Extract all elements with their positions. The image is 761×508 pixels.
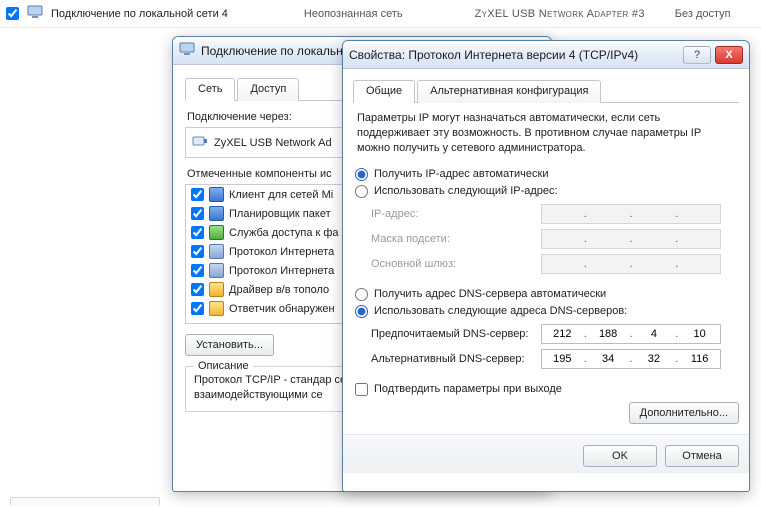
client-icon (209, 187, 224, 202)
item-label: Планировщик пакет (229, 208, 331, 220)
ip-auto-label: Получить IP-адрес автоматически (374, 168, 548, 180)
protocol-icon (209, 244, 224, 259)
service-icon (209, 225, 224, 240)
scheduler-icon (209, 206, 224, 221)
item-label: Служба доступа к фа (229, 227, 339, 239)
item-checkbox[interactable] (191, 188, 204, 201)
device-name: ZyXEL USB Network Adapter #3 (475, 8, 645, 20)
dns-pref-input[interactable]: . . . (541, 324, 721, 344)
item-checkbox[interactable] (191, 302, 204, 315)
ip-manual-radio[interactable] (355, 185, 368, 198)
close-button[interactable]: X (715, 46, 743, 64)
tab-alt-config[interactable]: Альтернативная конфигурация (417, 80, 601, 103)
dns-manual-radio[interactable] (355, 305, 368, 318)
titlebar[interactable]: Свойства: Протокол Интернета версии 4 (T… (343, 41, 749, 69)
item-checkbox[interactable] (191, 207, 204, 220)
ip-auto-radio[interactable] (355, 168, 368, 181)
help-button[interactable]: ? (683, 46, 711, 64)
ok-button[interactable]: OK (583, 445, 657, 467)
tab-network[interactable]: Сеть (185, 78, 235, 101)
ip-manual-label: Использовать следующий IP-адрес: (374, 185, 558, 197)
dns-manual-label: Использовать следующие адреса DNS-сервер… (374, 305, 627, 317)
ip-input: . . . (541, 204, 721, 224)
octet[interactable] (679, 325, 720, 343)
octet[interactable] (634, 325, 675, 343)
dns-auto-label: Получить адрес DNS-сервера автоматически (374, 288, 606, 300)
octet[interactable] (542, 325, 583, 343)
item-label: Протокол Интернета (229, 265, 334, 277)
confirm-on-exit-checkbox[interactable] (355, 383, 368, 396)
tab-general[interactable]: Общие (353, 80, 415, 103)
driver-icon (209, 282, 224, 297)
dns-pref-label: Предпочитаемый DNS-сервер: (371, 328, 531, 340)
tabs: Общие Альтернативная конфигурация (353, 79, 739, 103)
info-text: Параметры IP могут назначаться автоматич… (357, 111, 735, 156)
install-button[interactable]: Установить... (185, 334, 274, 356)
octet[interactable] (542, 350, 583, 368)
mask-input: . . . (541, 229, 721, 249)
dialog-footer: OK Отмена (343, 434, 749, 473)
dns-auto-radio[interactable] (355, 288, 368, 301)
connection-list-row: Подключение по локальной сети 4 Неопозна… (0, 0, 761, 28)
octet[interactable] (634, 350, 675, 368)
confirm-on-exit-label: Подтвердить параметры при выходе (374, 383, 562, 395)
connection-checkbox[interactable] (6, 7, 19, 20)
item-label: Драйвер в/в тополо (229, 284, 329, 296)
gateway-input: . . . (541, 254, 721, 274)
protocol-icon (209, 263, 224, 278)
description-title: Описание (194, 360, 253, 372)
item-label: Ответчик обнаружен (229, 303, 335, 315)
item-checkbox[interactable] (191, 226, 204, 239)
ip-label: IP-адрес: (371, 208, 531, 220)
adapter-name: ZyXEL USB Network Ad (214, 137, 332, 149)
advanced-button[interactable]: Дополнительно... (629, 402, 739, 424)
panel-edge (10, 497, 160, 505)
access-level: Без доступ (675, 8, 731, 20)
octet[interactable] (588, 325, 629, 343)
octet[interactable] (588, 350, 629, 368)
mask-label: Маска подсети: (371, 233, 531, 245)
item-checkbox[interactable] (191, 264, 204, 277)
connection-name: Подключение по локальной сети 4 (51, 8, 228, 20)
gateway-label: Основной шлюз: (371, 258, 531, 270)
ipv4-properties-window: Свойства: Протокол Интернета версии 4 (T… (342, 40, 750, 492)
item-checkbox[interactable] (191, 245, 204, 258)
cancel-button[interactable]: Отмена (665, 445, 739, 467)
network-status: Неопознанная сеть (304, 8, 403, 20)
monitor-icon (27, 4, 43, 23)
tab-access[interactable]: Доступ (237, 78, 299, 101)
adapter-icon (192, 133, 208, 152)
window-title: Свойства: Протокол Интернета версии 4 (T… (349, 48, 677, 62)
dns-alt-input[interactable]: . . . (541, 349, 721, 369)
item-checkbox[interactable] (191, 283, 204, 296)
dns-alt-label: Альтернативный DNS-сервер: (371, 353, 531, 365)
item-label: Клиент для сетей Mi (229, 189, 333, 201)
monitor-icon (179, 41, 195, 60)
octet[interactable] (679, 350, 720, 368)
item-label: Протокол Интернета (229, 246, 334, 258)
responder-icon (209, 301, 224, 316)
